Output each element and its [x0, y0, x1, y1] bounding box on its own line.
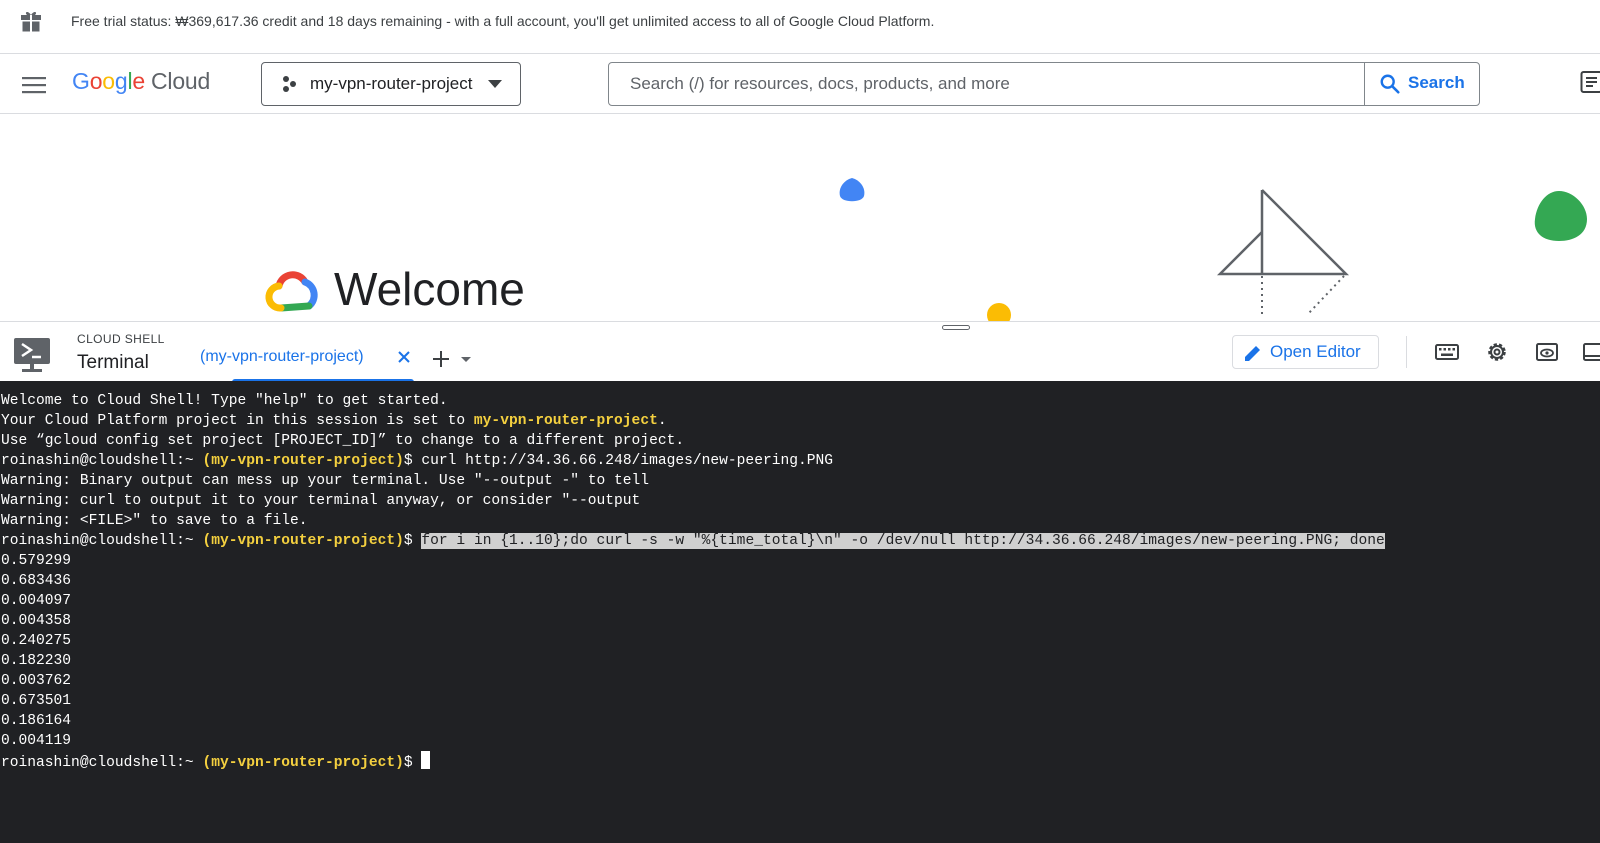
caret-down-icon [488, 80, 502, 88]
cloud-shell-header: CLOUD SHELL Terminal (my-vpn-router-proj… [0, 321, 1600, 382]
terminal-line: Welcome to Cloud Shell! Type "help" to g… [1, 393, 448, 409]
terminal-line: Warning: curl to output it to your termi… [1, 493, 641, 509]
timing-line: 0.240275 [1, 633, 72, 649]
search-icon [1380, 74, 1400, 94]
timing-line: 0.004119 [1, 733, 72, 749]
open-editor-button[interactable]: Open Editor [1232, 335, 1379, 369]
search-button[interactable]: Search [1364, 63, 1479, 105]
project-name: my-vpn-router-project [310, 74, 473, 93]
timing-line: 0.182230 [1, 653, 72, 669]
search-box: Search [608, 62, 1480, 106]
pencil-icon [1245, 346, 1260, 361]
search-input[interactable] [610, 64, 1350, 104]
add-tab-dropdown-icon[interactable] [461, 357, 471, 362]
close-tab-icon[interactable] [396, 349, 412, 365]
project-hierarchy-icon [283, 76, 296, 92]
terminal-line: Use “gcloud config set project [PROJECT_… [1, 433, 685, 449]
notes-icon[interactable] [1580, 70, 1600, 96]
search-button-label: Search [1408, 73, 1465, 92]
logo-cloud-text: Cloud [151, 68, 211, 94]
selected-command-text: for i in {1..10};do curl -s -w "%{time_t… [421, 533, 1385, 549]
terminal-tab-label: (my-vpn-router-project) [200, 348, 364, 365]
web-preview-icon[interactable] [1535, 340, 1559, 364]
trial-status-text: Free trial status: ₩369,617.36 credit an… [71, 13, 935, 29]
settings-gear-icon[interactable] [1485, 340, 1509, 364]
terminal-cursor [421, 751, 431, 769]
top-header: Google Cloud my-vpn-router-project Search [0, 55, 1600, 114]
gift-icon [21, 11, 41, 32]
decorative-blue-shape [839, 178, 865, 202]
google-cloud-logo[interactable]: Google Cloud [72, 68, 210, 95]
timing-line: 0.683436 [1, 573, 72, 589]
add-tab-icon[interactable] [432, 350, 450, 368]
terminal-line: Warning: <FILE>" to save to a file. [1, 513, 308, 529]
keyboard-icon[interactable] [1435, 340, 1459, 364]
terminal-line: Your Cloud Platform project in this sess… [1, 413, 667, 429]
cloud-shell-icon [14, 338, 50, 372]
open-editor-label: Open Editor [1270, 342, 1361, 361]
welcome-area: Welcome [0, 115, 1600, 321]
timing-line: 0.004358 [1, 613, 72, 629]
timing-line: 0.004097 [1, 593, 72, 609]
cloud-shell-title: Terminal [77, 352, 149, 373]
project-picker-button[interactable]: my-vpn-router-project [261, 62, 521, 106]
trial-banner: Free trial status: ₩369,617.36 credit an… [0, 0, 1600, 54]
terminal-prompt-line[interactable]: roinashin@cloudshell:~ (my-vpn-router-pr… [0, 751, 1600, 771]
terminal-tab[interactable]: (my-vpn-router-project) [194, 336, 414, 382]
terminal-output[interactable]: Welcome to Cloud Shell! Type "help" to g… [0, 381, 1600, 843]
terminal-line: Warning: Binary output can mess up your … [1, 473, 650, 489]
welcome-title: Welcome [334, 263, 525, 315]
cloud-shell-kicker: CLOUD SHELL [77, 332, 165, 346]
minimize-panel-icon[interactable] [1582, 340, 1600, 364]
logo-google-text: Google [72, 68, 145, 94]
decorative-yellow-shape [987, 303, 1011, 321]
terminal-command-line: roinashin@cloudshell:~ (my-vpn-router-pr… [1, 453, 834, 469]
resize-handle[interactable] [942, 325, 970, 330]
timing-line: 0.003762 [1, 673, 72, 689]
toolbar-divider [1406, 336, 1407, 368]
decorative-paper-plane [1216, 189, 1350, 318]
terminal-command-line: roinashin@cloudshell:~ (my-vpn-router-pr… [1, 533, 1385, 549]
timing-line: 0.579299 [1, 553, 72, 569]
google-cloud-logo-icon [265, 271, 318, 312]
timing-line: 0.673501 [1, 693, 72, 709]
hamburger-menu-icon[interactable] [22, 73, 46, 97]
decorative-green-shape [1534, 191, 1587, 241]
timing-line: 0.186164 [1, 713, 72, 729]
